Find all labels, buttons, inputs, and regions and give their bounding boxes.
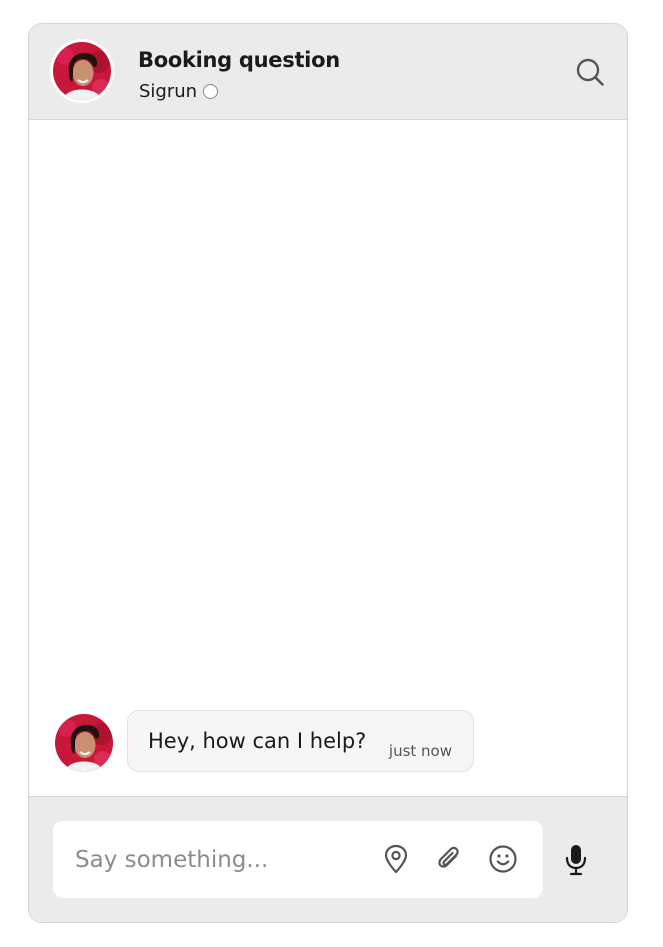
message-text: Hey, how can I help? — [148, 729, 367, 753]
location-pin-icon[interactable] — [380, 843, 412, 875]
agent-name: Sigrun — [139, 81, 198, 102]
message-list: Hey, how can I help? just now — [29, 120, 627, 796]
chat-window: Booking question Sigrun Hey, how can I h… — [28, 23, 628, 923]
message-composer — [29, 796, 627, 922]
message-input[interactable] — [75, 821, 365, 898]
agent-avatar — [53, 42, 111, 100]
message-input-box — [53, 821, 543, 898]
search-icon[interactable] — [575, 57, 605, 87]
offline-status-indicator — [203, 84, 219, 99]
paperclip-icon[interactable] — [433, 843, 465, 875]
message-bubble: Hey, how can I help? just now — [127, 710, 474, 772]
smiley-icon[interactable] — [487, 843, 519, 875]
message-timestamp: just now — [388, 742, 452, 760]
chat-header: Booking question Sigrun — [29, 24, 627, 120]
microphone-icon[interactable] — [559, 843, 593, 877]
chat-title: Booking question — [138, 48, 340, 72]
agent-avatar — [55, 714, 113, 772]
message-row: Hey, how can I help? just now — [55, 710, 474, 772]
agent-info: Sigrun — [139, 81, 219, 102]
